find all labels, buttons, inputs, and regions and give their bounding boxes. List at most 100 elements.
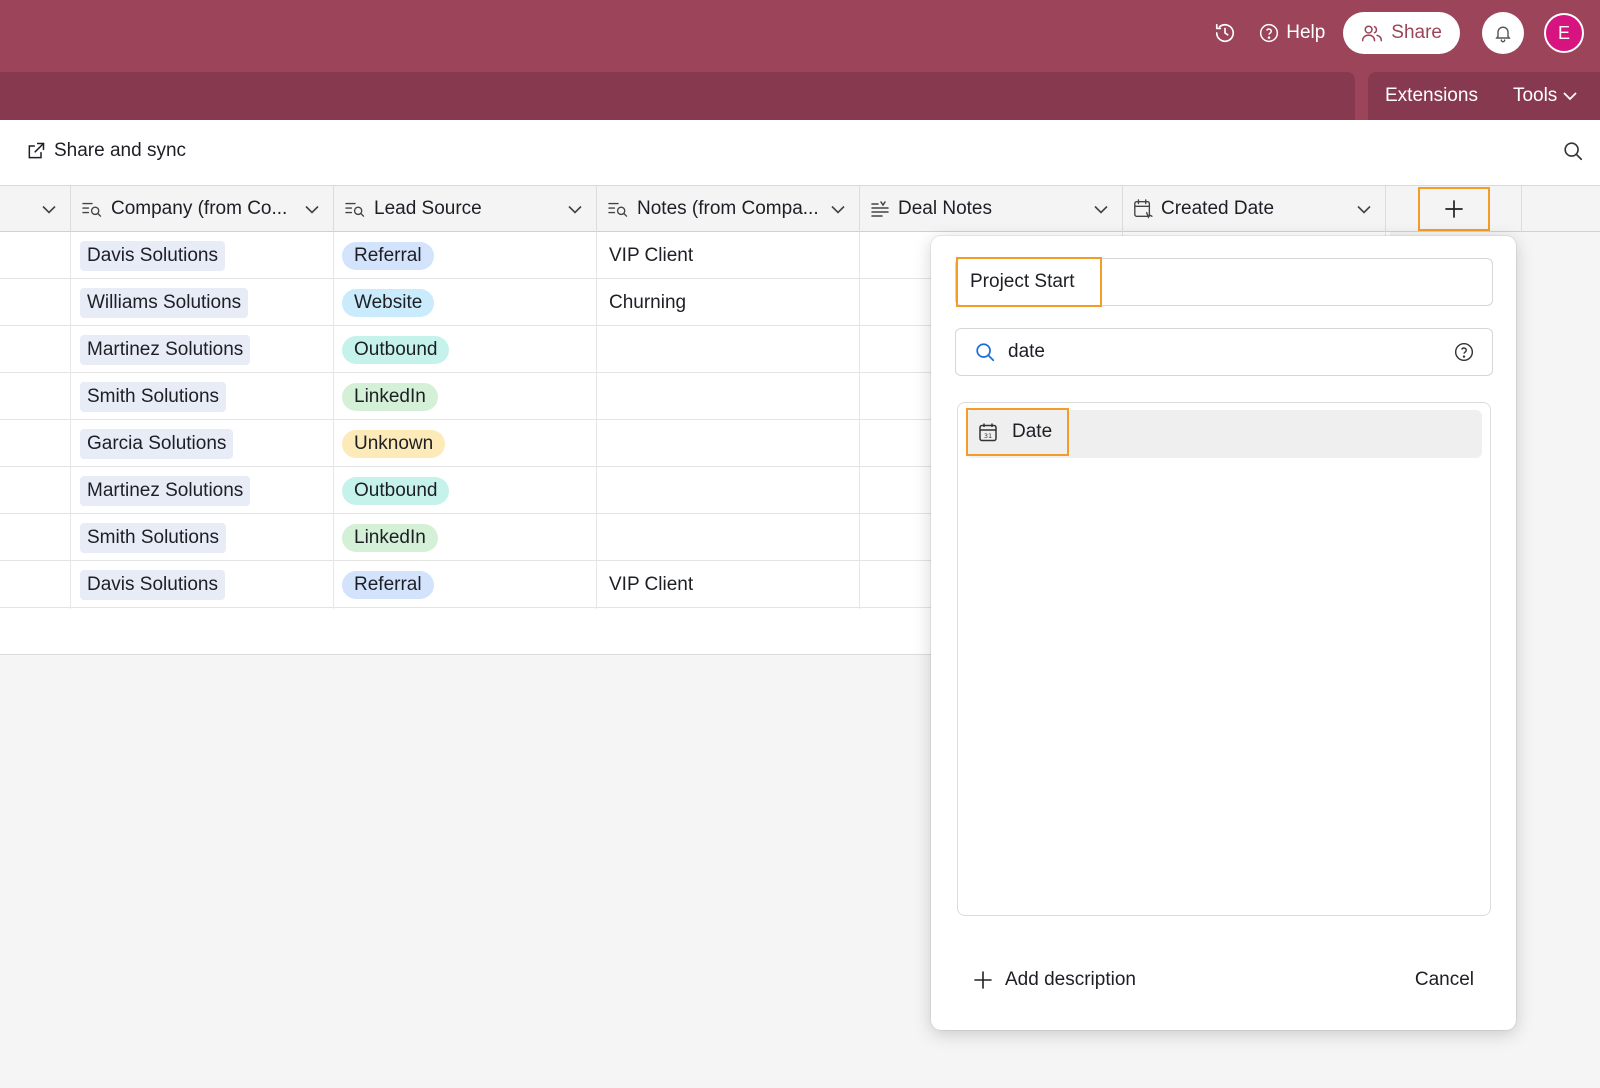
cell-notes[interactable]: Churning: [597, 279, 860, 326]
chevron-down-icon[interactable]: [42, 205, 56, 214]
notes-text: VIP Client: [609, 573, 694, 595]
svg-text:31: 31: [984, 432, 992, 440]
cell-company[interactable]: Smith Solutions: [71, 373, 334, 420]
help-icon[interactable]: [1454, 342, 1474, 362]
cell-company[interactable]: Davis Solutions: [71, 232, 334, 279]
cell-lead-source[interactable]: Outbound: [334, 326, 597, 373]
lookup-icon: [344, 200, 366, 218]
cell-lead-source[interactable]: Referral: [334, 232, 597, 279]
add-description-button[interactable]: Add description: [973, 969, 1136, 991]
lead-source-pill: Unknown: [342, 429, 446, 458]
field-name-value[interactable]: Project Start: [956, 257, 1102, 307]
notifications-button[interactable]: [1482, 12, 1524, 54]
column-header-label: Deal Notes: [898, 198, 992, 219]
cell-notes[interactable]: [597, 326, 860, 373]
created-date-icon: [1133, 198, 1153, 220]
chevron-down-icon[interactable]: [568, 205, 582, 214]
calendar-icon: 31: [978, 422, 998, 442]
cell-lead-source[interactable]: LinkedIn: [334, 373, 597, 420]
cell-lead-source[interactable]: Unknown: [334, 420, 597, 467]
users-icon: [1361, 23, 1383, 43]
cell-notes[interactable]: [597, 373, 860, 420]
lookup-icon: [81, 200, 103, 218]
column-header-label: Lead Source: [374, 198, 482, 219]
help-icon: [1259, 23, 1279, 43]
column-header-label: Notes (from Compa...: [637, 198, 819, 219]
add-description-label: Add description: [1005, 969, 1136, 990]
cell-previous[interactable]: [0, 279, 71, 326]
lead-source-pill: Referral: [342, 570, 434, 599]
chevron-down-icon: [1563, 91, 1577, 101]
column-header-notes[interactable]: Notes (from Compa...: [597, 186, 860, 232]
cell-previous[interactable]: [0, 232, 71, 279]
cell-lead-source[interactable]: Referral: [334, 561, 597, 608]
chevron-down-icon[interactable]: [1094, 205, 1108, 214]
notes-text: Churning: [609, 291, 687, 313]
avatar[interactable]: E: [1544, 13, 1584, 53]
lead-source-pill: Referral: [342, 241, 434, 270]
history-icon[interactable]: [1205, 13, 1245, 53]
cell-previous[interactable]: [0, 326, 71, 373]
bell-icon: [1493, 22, 1513, 44]
grid-header: Company (from Co... Lead Source Notes (f…: [0, 186, 1600, 232]
plus-icon: [1444, 199, 1464, 219]
chevron-down-icon[interactable]: [1357, 205, 1371, 214]
share-and-sync-label: Share and sync: [54, 140, 187, 161]
help-label: Help: [1286, 22, 1326, 43]
cell-company[interactable]: Martinez Solutions: [71, 467, 334, 514]
cell-company[interactable]: Williams Solutions: [71, 279, 334, 326]
cancel-button[interactable]: Cancel: [1415, 969, 1474, 991]
cell-notes[interactable]: VIP Client: [597, 232, 860, 279]
view-toolbar: Share and sync: [0, 120, 1600, 186]
field-type-search-input[interactable]: date: [955, 328, 1493, 376]
company-chip: Martinez Solutions: [80, 334, 251, 365]
share-button[interactable]: Share: [1343, 12, 1460, 54]
search-icon: [974, 341, 996, 363]
column-header-created-date[interactable]: Created Date: [1123, 186, 1386, 232]
cell-notes[interactable]: [597, 420, 860, 467]
cell-notes[interactable]: [597, 514, 860, 561]
extensions-button[interactable]: Extensions: [1385, 85, 1478, 107]
notes-text: VIP Client: [609, 244, 694, 266]
column-header-company[interactable]: Company (from Co...: [71, 186, 334, 232]
column-header-deal-notes[interactable]: Deal Notes: [860, 186, 1123, 232]
tools-button[interactable]: Tools: [1513, 85, 1577, 107]
cell-previous[interactable]: [0, 373, 71, 420]
plus-icon: [973, 970, 993, 990]
cell-company[interactable]: Martinez Solutions: [71, 326, 334, 373]
cell-lead-source[interactable]: LinkedIn: [334, 514, 597, 561]
cell-company[interactable]: Davis Solutions: [71, 561, 334, 608]
add-field-popup: Project Start date 31 Date Add descripti…: [931, 236, 1516, 1030]
lead-source-pill: Outbound: [342, 335, 450, 364]
cell-company[interactable]: Garcia Solutions: [71, 420, 334, 467]
cell-notes[interactable]: [597, 467, 860, 514]
field-name-input[interactable]: Project Start: [955, 257, 1493, 307]
company-chip: Davis Solutions: [80, 240, 225, 271]
cell-company[interactable]: Smith Solutions: [71, 514, 334, 561]
cell-lead-source[interactable]: Outbound: [334, 467, 597, 514]
chevron-down-icon[interactable]: [831, 205, 845, 214]
share-and-sync-button[interactable]: Share and sync: [26, 140, 186, 162]
help-button[interactable]: Help: [1259, 22, 1325, 44]
cell-lead-source[interactable]: Website: [334, 279, 597, 326]
cell-previous[interactable]: [0, 514, 71, 561]
add-field-button[interactable]: [1418, 187, 1490, 231]
cell-previous[interactable]: [0, 467, 71, 514]
column-header-label: Created Date: [1161, 198, 1275, 219]
cell-previous[interactable]: [0, 420, 71, 467]
column-header-previous[interactable]: [0, 186, 71, 232]
search-icon[interactable]: [1562, 140, 1584, 167]
cell-notes[interactable]: VIP Client: [597, 561, 860, 608]
field-type-option-date[interactable]: 31 Date: [966, 408, 1482, 458]
column-header-lead-source[interactable]: Lead Source: [334, 186, 597, 232]
tools-label: Tools: [1512, 85, 1558, 106]
chevron-down-icon[interactable]: [305, 205, 319, 214]
field-type-option-highlight[interactable]: 31 Date: [966, 408, 1069, 456]
lead-source-pill: LinkedIn: [342, 523, 438, 552]
cell-previous[interactable]: [0, 561, 71, 608]
table-tabs-area: [0, 72, 1355, 120]
company-chip: Garcia Solutions: [80, 428, 234, 459]
share-label: Share: [1391, 22, 1442, 43]
field-type-option-label: Date: [1012, 421, 1053, 442]
table-tab-strip: Extensions Tools: [0, 72, 1600, 120]
